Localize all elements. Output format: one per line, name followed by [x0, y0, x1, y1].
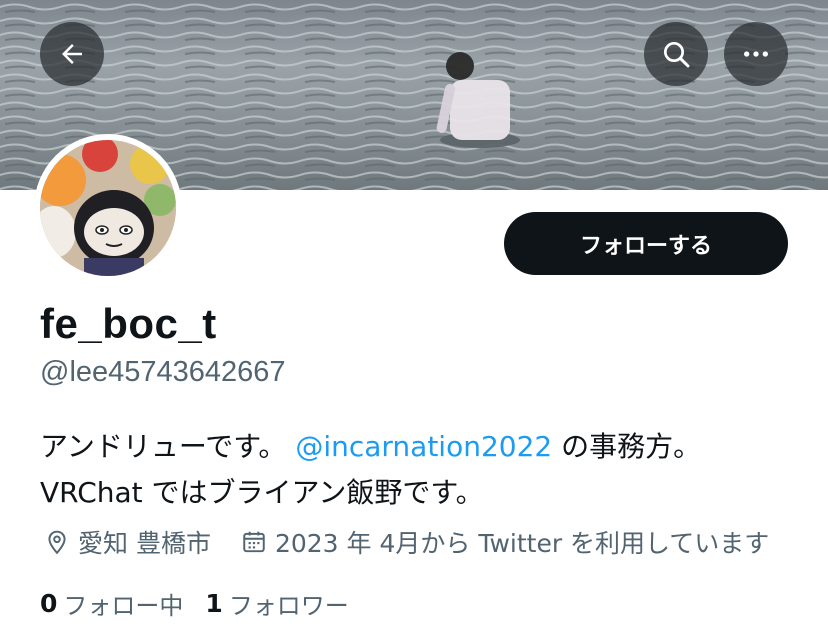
more-options-button[interactable]: [724, 22, 788, 86]
location: 愛知 豊橋市: [44, 524, 211, 560]
profile-handle: @lee45743642667: [40, 356, 286, 388]
calendar-icon: [243, 531, 265, 553]
location-text: 愛知 豊橋市: [78, 529, 211, 558]
follow-button[interactable]: フォローする: [504, 212, 788, 275]
followers-label: フォロワー: [228, 592, 349, 620]
join-date: 2023 年 4月から Twitter を利用しています: [241, 524, 769, 560]
bio-text: の事務方。: [552, 430, 702, 463]
following-count: 0: [40, 589, 58, 618]
location-pin-icon: [48, 530, 66, 555]
following-link[interactable]: 0 フォロー中: [40, 586, 183, 621]
arrow-left-icon: [62, 44, 82, 64]
followers-link[interactable]: 1 フォロワー: [205, 586, 348, 621]
display-name: fe_boc_t: [40, 300, 217, 347]
avatar[interactable]: [34, 134, 182, 282]
bio-line-2: VRChat ではブライアン飯野です。: [40, 476, 484, 509]
bio-text: アンドリューです。: [40, 430, 296, 463]
join-date-text: 2023 年 4月から Twitter を利用しています: [274, 529, 770, 558]
profile-meta: 愛知 豊橋市 2023 年 4月から Twitter を利用しています: [44, 524, 769, 560]
back-button[interactable]: [40, 22, 104, 86]
followers-count: 1: [205, 589, 223, 618]
search-icon: [664, 42, 690, 68]
bio-mention-link[interactable]: @incarnation2022: [295, 430, 552, 463]
more-horizontal-icon: [744, 51, 768, 57]
profile-bio: アンドリューです。 @incarnation2022 の事務方。 VRChat …: [40, 424, 800, 516]
profile-stats: 0 フォロー中 1 フォロワー: [40, 586, 349, 621]
avatar-image: [40, 140, 176, 276]
bio-line-1: アンドリューです。 @incarnation2022 の事務方。: [40, 424, 800, 470]
following-label: フォロー中: [63, 592, 184, 620]
search-button[interactable]: [644, 22, 708, 86]
